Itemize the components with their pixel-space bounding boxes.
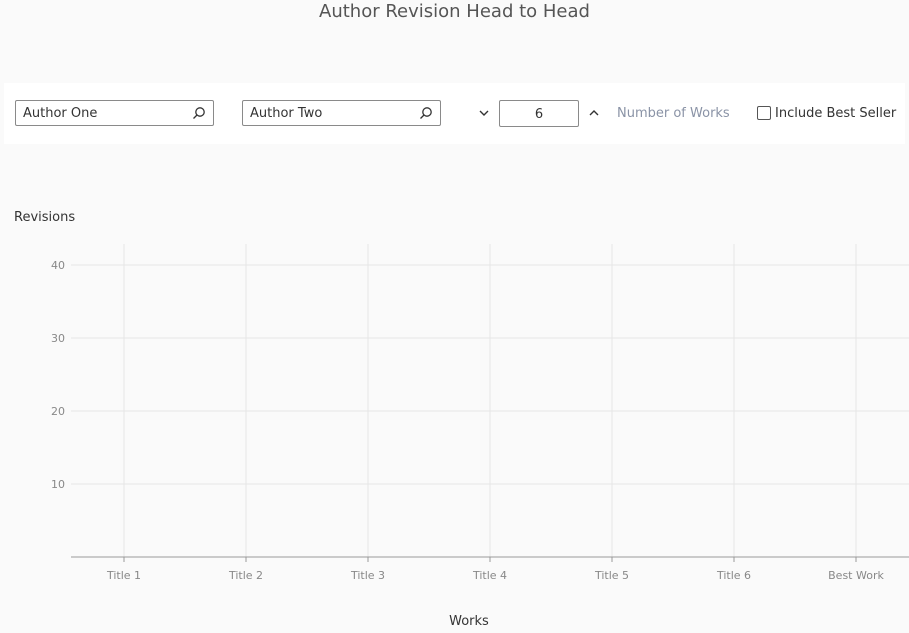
x-tick-label: Title 3 [350, 569, 385, 582]
y-axis-title: Revisions [14, 210, 75, 225]
x-tick-label: Title 6 [716, 569, 751, 582]
y-tick-label: 10 [51, 478, 65, 491]
y-tick-label: 30 [51, 332, 65, 345]
x-axis-title: Works [449, 614, 489, 629]
x-tick-label: Best Work [828, 569, 884, 582]
x-tick-label: Title 2 [228, 569, 263, 582]
x-tick-label: Title 4 [472, 569, 507, 582]
x-tick-label: Title 5 [594, 569, 629, 582]
y-tick-label: 20 [51, 405, 65, 418]
y-tick-label: 40 [51, 259, 65, 272]
revisions-chart: Revisions 10 20 30 40 Title 1 Title 2 Title 3 T… [14, 210, 909, 629]
x-tick-label: Title 1 [106, 569, 141, 582]
